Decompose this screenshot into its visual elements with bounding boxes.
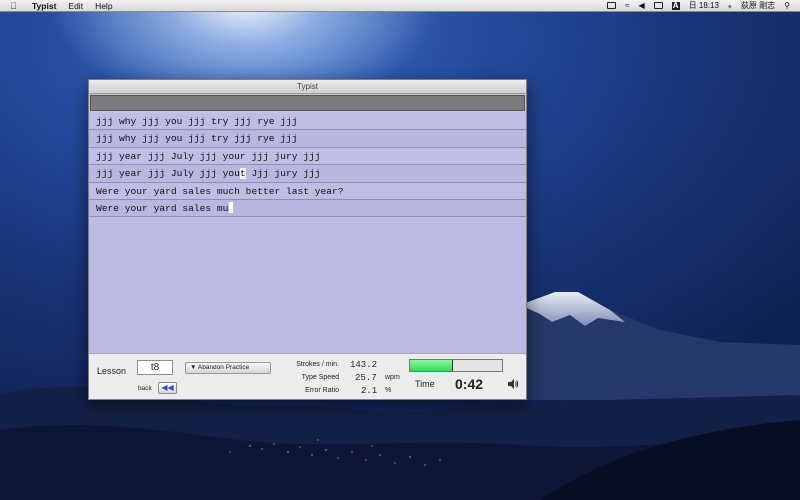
lesson-label: Lesson xyxy=(97,366,127,376)
window-title[interactable]: Typist xyxy=(89,80,526,94)
current-typed-text: Were your yard sales mu xyxy=(96,202,229,214)
model-line: Were your yard sales much better last ye… xyxy=(89,182,526,200)
spotlight-search-icon[interactable]: ⚲ xyxy=(784,1,790,10)
model-line: jjj year jjj July jjj your jjj jury jjj xyxy=(89,147,526,166)
error-ratio-unit: % xyxy=(385,387,392,394)
menu-app-name[interactable]: Typist xyxy=(32,1,56,11)
battery-icon[interactable] xyxy=(653,2,663,9)
back-label: back xyxy=(138,385,152,392)
typed-line-current[interactable]: Were your yard sales mu xyxy=(89,199,526,218)
typing-area[interactable]: jjj why jjj you jjj try jjj rye jjj jjj … xyxy=(89,113,526,353)
error-ratio-value: 2.1 xyxy=(361,386,378,396)
type-speed-unit: wpm xyxy=(385,374,400,381)
menu-bar:  Typist Edit Help ≈ ◀ A 日 18:13 ⁎ 荻原 剛志… xyxy=(0,0,800,12)
menu-edit[interactable]: Edit xyxy=(68,1,83,11)
text-cursor xyxy=(229,201,234,213)
time-value: 0:42 xyxy=(455,376,484,392)
apple-menu-icon[interactable]:  xyxy=(10,1,22,11)
bluetooth-icon[interactable]: ⁎ xyxy=(728,1,732,10)
speed-meter-fill xyxy=(410,360,454,371)
typed-line: jjj year jjj July jjj yout Jjj jury jjj xyxy=(89,165,526,183)
time-label: Time xyxy=(415,379,435,389)
strokes-label: Strokes / min. xyxy=(296,361,339,368)
typed-text-before-error: jjj year jjj July jjj you xyxy=(96,168,240,180)
volume-icon[interactable]: ◀ xyxy=(639,1,645,10)
typed-text-after-error: Jjj jury jjj xyxy=(245,168,321,180)
status-area: ≈ ◀ A 日 18:13 ⁎ 荻原 剛志 ⚲ xyxy=(607,0,790,11)
typed-line: jjj why jjj you jjj try jjj rye jjj xyxy=(89,130,526,148)
input-method-icon[interactable]: A xyxy=(671,1,680,10)
lesson-field[interactable]: t8 xyxy=(137,360,173,375)
wifi-icon[interactable]: ≈ xyxy=(625,1,629,10)
menu-user[interactable]: 荻原 剛志 xyxy=(741,0,775,11)
menu-help[interactable]: Help xyxy=(95,1,112,11)
control-panel: Lesson t8 back ◀◀ ▼ Abandon Practice Str… xyxy=(89,353,526,399)
speed-meter xyxy=(409,359,503,372)
type-speed-label: Type Speed xyxy=(301,374,339,381)
speaker-icon[interactable] xyxy=(507,378,519,390)
lesson-progress-strip xyxy=(90,95,525,111)
model-line: jjj why jjj you jjj try jjj rye jjj xyxy=(89,113,526,131)
back-button[interactable]: ◀◀ xyxy=(158,382,177,394)
type-speed-value: 25.7 xyxy=(355,373,377,383)
strokes-value: 143.2 xyxy=(350,360,378,370)
typist-window: Typist jjj why jjj you jjj try jjj rye j… xyxy=(88,79,527,400)
error-ratio-label: Error Ratio xyxy=(305,387,339,394)
menu-clock[interactable]: 日 18:13 xyxy=(689,0,719,11)
display-icon[interactable] xyxy=(607,2,617,9)
